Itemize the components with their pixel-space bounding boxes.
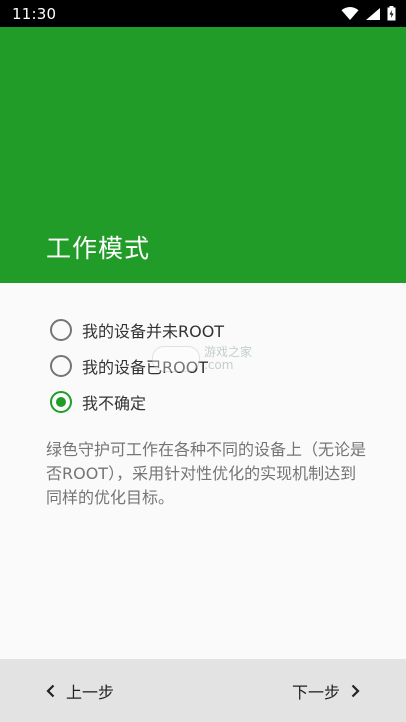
footer-nav: 上一步 下一步 [0, 659, 406, 722]
radio-unsure[interactable] [50, 391, 72, 413]
next-button[interactable]: 下一步 [292, 679, 360, 703]
status-bar: 11:30 [0, 0, 406, 27]
option-unsure[interactable]: 我不确定 [50, 384, 370, 420]
prev-label: 上一步 [66, 682, 115, 702]
header: 工作模式 [0, 27, 406, 283]
work-mode-options: 我的设备并未ROOT 我的设备已ROOT 我不确定 [50, 312, 370, 420]
chevron-left-icon [46, 684, 55, 697]
battery-icon [387, 6, 396, 21]
option-not-rooted[interactable]: 我的设备并未ROOT [50, 312, 370, 348]
chevron-right-icon [351, 684, 360, 697]
status-icons [341, 6, 396, 21]
prev-button[interactable]: 上一步 [46, 679, 114, 703]
wifi-icon [341, 6, 359, 20]
radio-not-rooted[interactable] [50, 319, 72, 341]
option-label: 我的设备已ROOT [82, 358, 209, 377]
signal-icon [366, 7, 380, 20]
radio-rooted[interactable] [50, 355, 72, 377]
option-rooted[interactable]: 我的设备已ROOT [50, 348, 370, 384]
status-time: 11:30 [12, 4, 57, 23]
option-label: 我的设备并未ROOT [82, 322, 225, 341]
page-title: 工作模式 [46, 234, 151, 263]
next-label: 下一步 [291, 682, 340, 702]
option-label: 我不确定 [82, 394, 147, 413]
description-text: 绿色守护可工作在各种不同的设备上（无论是否ROOT），采用针对性优化的实现机制达… [46, 440, 367, 507]
